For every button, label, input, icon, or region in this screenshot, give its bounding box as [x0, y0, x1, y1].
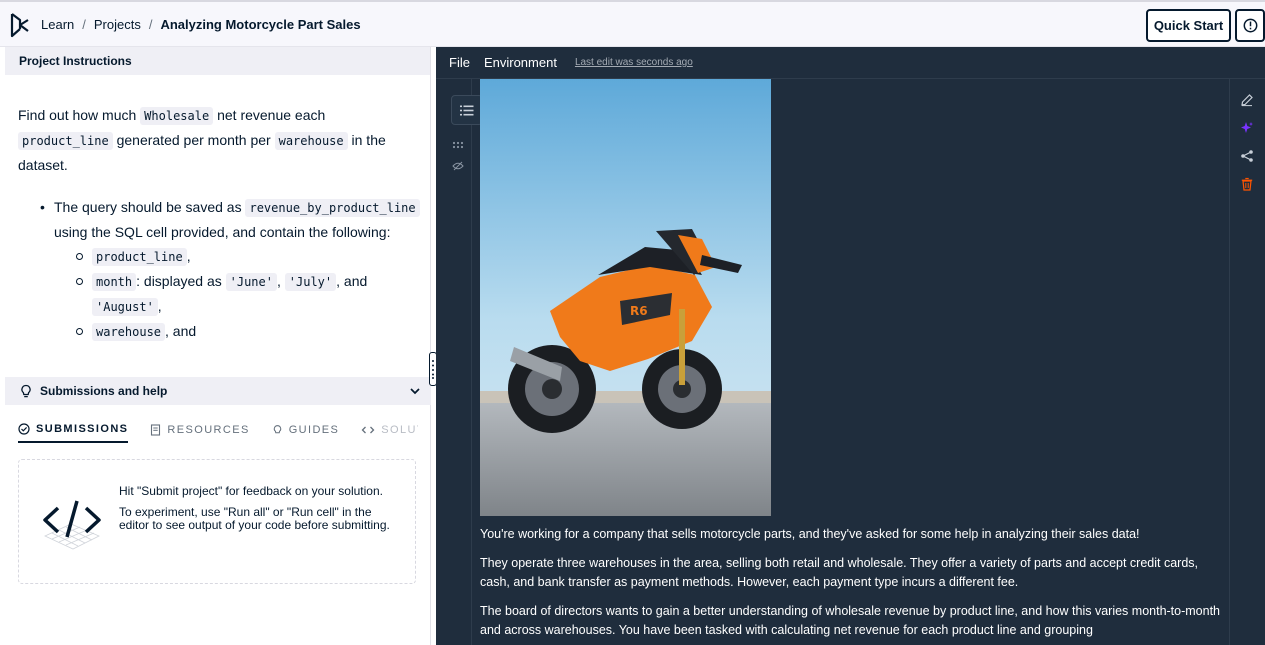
ai-sparkle-icon[interactable] [1240, 121, 1254, 135]
quick-start-button[interactable]: Quick Start [1146, 9, 1231, 42]
markdown-cell[interactable]: You're working for a company that sells … [480, 525, 1220, 645]
tab-label: SUBMISSIONS [36, 423, 129, 435]
instructions-panel: Project Instructions Find out how much W… [5, 47, 431, 645]
bullet-text: The query should be saved as [54, 199, 246, 215]
tab-label: RESOURCES [167, 424, 250, 436]
instructions-body: Find out how much Wholesale net revenue … [18, 103, 423, 344]
item-text: , [186, 248, 191, 264]
list-item: product_line, [76, 244, 423, 269]
code-month: month [92, 273, 137, 291]
bullet-text: using the SQL cell provided, and contain… [54, 224, 391, 240]
code-product-line: product_line [92, 248, 187, 266]
motorcycle-photo: R6 [480, 79, 771, 516]
item-text: : displayed as [136, 273, 226, 289]
hide-eye-icon[interactable] [452, 161, 464, 171]
breadcrumb-current: Analyzing Motorcycle Part Sales [160, 17, 361, 32]
code-warehouse: warehouse [274, 132, 348, 150]
intro-text: generated per month per [112, 132, 275, 148]
intro-text: net revenue each [213, 107, 326, 123]
breadcrumb-projects[interactable]: Projects [94, 17, 141, 32]
tab-resources[interactable]: RESOURCES [150, 417, 249, 443]
submit-hint-text: Hit "Submit project" for feedback on you… [119, 482, 404, 532]
warehouses-paragraph: They operate three warehouses in the are… [480, 556, 1199, 589]
lightbulb-icon [273, 425, 281, 434]
code-product-line: product_line [18, 132, 113, 150]
code-warehouse: warehouse [92, 323, 166, 341]
list-item: warehouse, and [76, 319, 423, 344]
lightbulb-icon [21, 384, 31, 398]
submission-tabs: SUBMISSIONS RESOURCES GUIDES SOLUTIO [18, 417, 418, 445]
columns-list: product_line, month: displayed as 'June'… [76, 244, 423, 344]
breadcrumb-learn[interactable]: Learn [41, 17, 74, 32]
tab-solution[interactable]: SOLUTIO [361, 417, 418, 443]
intro-text: Find out how much [18, 107, 141, 123]
editor-menubar: File Environment Last edit was seconds a… [436, 47, 1265, 79]
submissions-header[interactable]: Submissions and help [5, 377, 431, 405]
intro-paragraph: You're working for a company that sells … [480, 527, 1140, 541]
table-of-contents-button[interactable] [451, 95, 483, 125]
document-icon [151, 424, 161, 436]
code-illustration-icon [43, 500, 101, 550]
cell-tools [452, 141, 464, 171]
delete-trash-icon[interactable] [1240, 177, 1254, 191]
tab-submissions[interactable]: SUBMISSIONS [18, 417, 129, 443]
list-item: The query should be saved as revenue_by_… [40, 195, 423, 344]
last-edit-link[interactable]: Last edit was seconds ago [575, 57, 693, 68]
info-button[interactable] [1235, 9, 1265, 42]
list-item: month: displayed as 'June', 'July', and … [76, 269, 423, 319]
code-wholesale: Wholesale [140, 107, 214, 125]
breadcrumb-separator: / [82, 17, 86, 32]
code-june: 'June' [225, 273, 277, 291]
submit-hint-message: Hit "Submit project" for feedback on you… [119, 484, 383, 498]
intro-paragraph: Find out how much Wholesale net revenue … [18, 103, 423, 177]
tab-label: SOLUTIO [381, 424, 418, 436]
item-text: , [276, 273, 285, 289]
item-text: , [157, 298, 162, 314]
tab-label: GUIDES [288, 424, 340, 436]
menu-environment[interactable]: Environment [484, 55, 557, 70]
menu-file[interactable]: File [449, 55, 470, 70]
check-circle-icon [18, 423, 30, 435]
drag-handle-icon[interactable] [452, 141, 464, 149]
datacamp-logo[interactable] [9, 12, 31, 38]
submissions-title: Submissions and help [40, 384, 168, 398]
code-august: 'August' [92, 298, 158, 316]
item-text: , and [336, 273, 368, 289]
notebook-editor: File Environment Last edit was seconds a… [436, 47, 1265, 645]
chevron-down-icon[interactable] [409, 385, 421, 397]
breadcrumb-separator: / [148, 17, 153, 32]
cell-actions-rail [1229, 79, 1265, 645]
edit-pencil-icon[interactable] [1240, 93, 1254, 107]
code-july: 'July' [284, 273, 337, 291]
board-paragraph: The board of directors wants to gain a b… [480, 604, 1221, 637]
top-bar: Learn / Projects / Analyzing Motorcycle … [0, 0, 1265, 47]
tab-guides[interactable]: GUIDES [272, 417, 340, 443]
info-circle-icon [1243, 18, 1257, 33]
breadcrumb: Learn / Projects / Analyzing Motorcycle … [41, 17, 361, 32]
list-icon [460, 105, 474, 115]
share-icon[interactable] [1240, 149, 1254, 163]
code-query-name: revenue_by_product_line [245, 199, 420, 217]
code-brackets-icon [361, 426, 375, 434]
run-hint-message: To experiment, use "Run all" or "Run cel… [119, 505, 390, 532]
submit-hint-box: Hit "Submit project" for feedback on you… [18, 459, 416, 584]
requirements-list: The query should be saved as revenue_by_… [40, 195, 423, 344]
panel-title: Project Instructions [5, 47, 430, 75]
svg-text:R6: R6 [630, 304, 648, 318]
drag-dots-icon [432, 360, 434, 379]
item-text: , and [165, 323, 197, 339]
